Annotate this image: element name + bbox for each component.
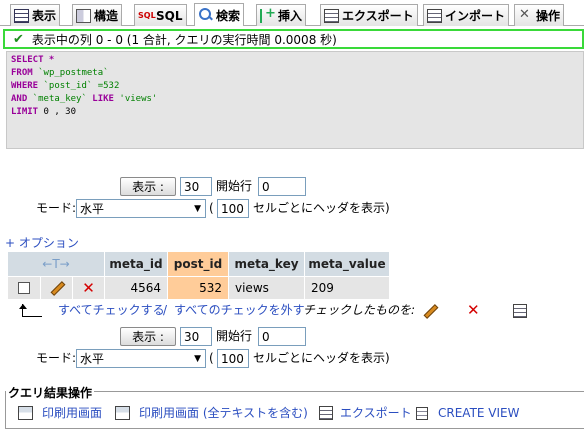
print-view-full-link[interactable]: 印刷用画面 (全テキストを含む) — [139, 404, 308, 423]
link-separator: / — [163, 303, 168, 317]
mode-select[interactable]: 水平 ▼ — [76, 199, 206, 218]
print-view-link[interactable]: 印刷用画面 — [42, 404, 102, 423]
sql-line: AND `meta_key` LIKE 'views' — [11, 94, 158, 104]
chevron-down-icon: ▼ — [194, 354, 201, 364]
row-checkbox-cell — [8, 277, 40, 299]
edit-cell — [41, 277, 72, 299]
sql-icon: SQL — [138, 10, 156, 20]
tab-label: 操作 — [536, 9, 561, 23]
column-header-post-id[interactable]: post_id — [168, 252, 228, 276]
export-icon[interactable] — [513, 304, 527, 318]
column-header-meta-id[interactable]: meta_id — [105, 252, 167, 276]
column-arrows-header[interactable]: ←T→ — [8, 252, 104, 276]
arrow-left-up-icon — [18, 304, 42, 318]
options-link[interactable]: + オプション — [5, 234, 79, 253]
operations-legend: クエリ結果操作 — [6, 384, 95, 401]
tab-bar: 表示 構造 SQL SQL 検索 挿入 エクスポート インポート 操作 — [0, 0, 584, 26]
paren-open: ( — [209, 201, 214, 215]
mode-select-value: 水平 — [80, 202, 105, 216]
repeat-header-input[interactable]: 100 — [217, 199, 249, 218]
sql-line: SELECT * — [11, 55, 55, 65]
tab-label: 表示 — [32, 9, 57, 23]
column-arrows-icon: ←T→ — [42, 257, 70, 271]
sql-line: WHERE `post_id` =532 — [11, 81, 120, 91]
structure-icon — [76, 8, 91, 23]
cell-meta-value: 209 — [305, 277, 389, 299]
operations-icon — [518, 7, 533, 23]
rows-count-input[interactable]: 30 — [180, 177, 212, 196]
column-header-meta-value[interactable]: meta_value — [305, 252, 389, 276]
row-checkbox[interactable] — [18, 282, 30, 294]
tab-label: 構造 — [94, 9, 119, 23]
paren-open: ( — [209, 351, 214, 365]
chevron-down-icon: ▼ — [194, 204, 201, 214]
check-all-link[interactable]: すべてチェックする — [58, 301, 165, 320]
tab-sql[interactable]: SQL SQL — [134, 4, 187, 26]
repeat-header-input[interactable]: 100 — [217, 349, 249, 368]
show-button[interactable]: 表示 : — [120, 327, 176, 346]
sql-line: FROM `wp_postmeta` — [11, 68, 109, 78]
mode-select[interactable]: 水平 ▼ — [76, 349, 206, 368]
success-message: ✔ 表示中の列 0 - 0 (1 合計, クエリの実行時間 0.0008 秒) — [3, 29, 584, 49]
delete-icon[interactable]: ✕ — [467, 303, 480, 318]
tab-operations[interactable]: 操作 — [514, 4, 565, 26]
tab-label: SQL — [156, 8, 183, 23]
delete-cell: ✕ — [73, 277, 104, 299]
repeat-header-label: セルごとにヘッダを表示) — [253, 351, 390, 365]
export-icon — [319, 406, 333, 420]
cell-post-id: 532 — [168, 277, 228, 299]
column-header-meta-key[interactable]: meta_key — [229, 252, 304, 276]
sql-query-box[interactable]: SELECT * FROM `wp_postmeta` WHERE `post_… — [6, 51, 584, 149]
start-row-input[interactable]: 0 — [258, 177, 306, 196]
show-button[interactable]: 表示 : — [120, 177, 176, 196]
table-icon — [14, 8, 29, 23]
export-link[interactable]: エクスポート — [340, 404, 412, 423]
start-row-input[interactable]: 0 — [258, 327, 306, 346]
mode-label: モード: — [36, 201, 77, 215]
start-row-label: 開始行 — [216, 179, 253, 193]
mode-select-value: 水平 — [80, 352, 105, 366]
tab-import[interactable]: インポート — [423, 4, 510, 26]
check-icon: ✔ — [13, 31, 24, 47]
message-text: 表示中の列 0 - 0 (1 合計, クエリの実行時間 0.0008 秒) — [31, 32, 337, 47]
cell-meta-id: 4564 — [105, 277, 167, 299]
with-selected-label: チェックしたものを: — [303, 303, 416, 317]
insert-icon — [260, 6, 276, 23]
tab-insert[interactable]: 挿入 — [256, 4, 307, 26]
pencil-icon[interactable] — [420, 302, 440, 320]
uncheck-all-link[interactable]: すべてのチェックを外す — [174, 301, 305, 320]
tab-structure[interactable]: 構造 — [72, 4, 123, 26]
sql-line: LIMIT 0 , 30 — [11, 107, 77, 117]
tab-label: 検索 — [216, 8, 241, 23]
start-row-label: 開始行 — [216, 329, 253, 343]
tab-label: エクスポート — [342, 9, 414, 23]
tab-search[interactable]: 検索 — [194, 3, 245, 26]
rows-count-input[interactable]: 30 — [180, 327, 212, 346]
cell-meta-key: views — [229, 277, 304, 299]
tab-label: インポート — [445, 9, 506, 23]
pencil-icon[interactable] — [47, 279, 67, 297]
tab-browse[interactable]: 表示 — [10, 4, 61, 26]
tab-export[interactable]: エクスポート — [320, 4, 418, 26]
printer-icon — [115, 406, 130, 420]
search-icon — [198, 8, 213, 22]
create-view-link[interactable]: CREATE VIEW — [438, 404, 520, 423]
import-icon — [427, 8, 442, 23]
mode-label: モード: — [36, 351, 77, 365]
printer-icon — [18, 406, 33, 420]
repeat-header-label: セルごとにヘッダを表示) — [253, 201, 390, 215]
create-view-icon — [416, 407, 428, 420]
delete-icon[interactable]: ✕ — [82, 280, 95, 296]
tab-label: 挿入 — [278, 9, 303, 23]
export-icon — [324, 8, 339, 23]
